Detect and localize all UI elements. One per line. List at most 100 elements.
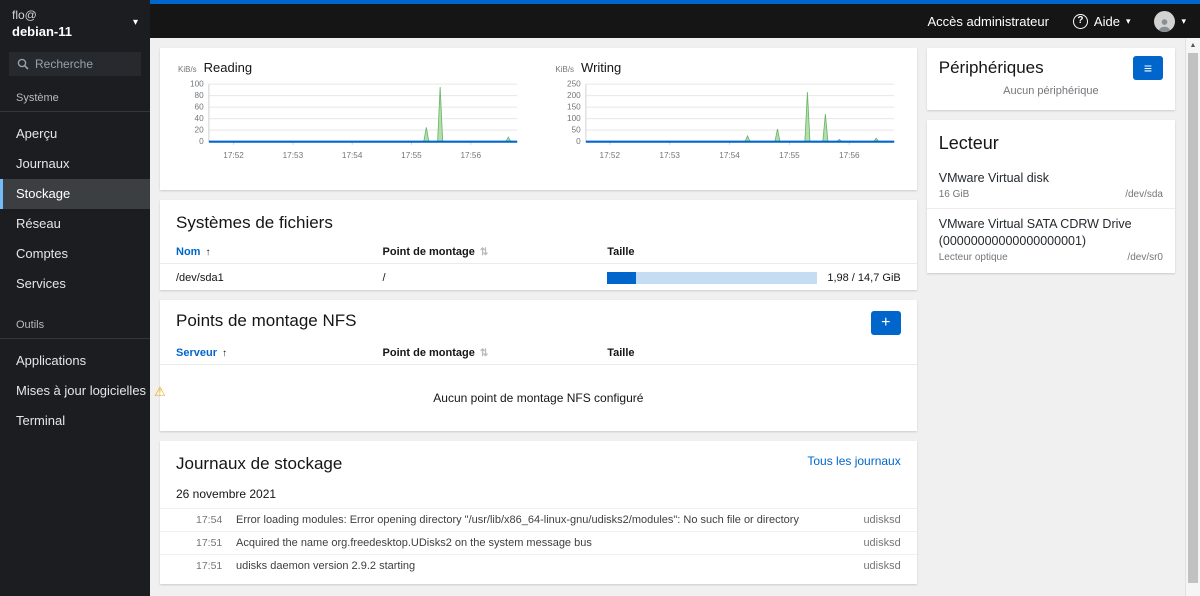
io-charts-card: KiB/s Reading 0 20 40 60 80 100 17:52 17:53 17:5… <box>160 48 917 190</box>
reading-chart: KiB/s Reading 0 20 40 60 80 100 17:52 17:53 17:5… <box>178 60 521 190</box>
host-name: debian-11 <box>12 24 72 39</box>
chevron-down-icon: ▾ <box>132 17 138 28</box>
fs-usage-fill <box>607 271 636 284</box>
svg-text:17:52: 17:52 <box>223 151 244 160</box>
sidebar-item-mises-a-jour[interactable]: Mises à jour logicielles ⚠ <box>0 376 166 406</box>
reading-chart-title: Reading <box>203 60 253 75</box>
nfs-title: Points de montage NFS <box>176 311 357 330</box>
log-message: Error loading modules: Error opening dir… <box>236 514 799 526</box>
log-entry[interactable]: 17:51 udisks daemon version 2.9.2 starti… <box>160 554 917 577</box>
sidebar-item-apercu[interactable]: Aperçu <box>0 119 150 149</box>
writing-chart: KiB/s Writing 0 50 100 150 200 250 17:52 17:53 1… <box>555 60 898 190</box>
admin-access-button[interactable]: Accès administrateur <box>928 14 1049 29</box>
devices-title: Périphériques <box>938 58 1044 77</box>
log-entry[interactable]: 17:54 Error loading modules: Error openi… <box>160 508 917 531</box>
fs-usage-bar <box>607 271 818 284</box>
log-service: udisksd <box>863 514 901 526</box>
svg-text:17:56: 17:56 <box>460 151 481 160</box>
svg-text:17:52: 17:52 <box>600 151 621 160</box>
sidebar-item-services[interactable]: Services <box>0 269 150 299</box>
drive-path: /dev/sda <box>1125 189 1163 201</box>
col-size: Taille <box>607 346 635 359</box>
sidebar-item-reseau[interactable]: Réseau <box>0 209 150 239</box>
log-message: Acquired the name org.freedesktop.UDisks… <box>236 537 592 549</box>
nfs-card: Points de montage NFS + Serveur ↑ Point d… <box>160 300 917 431</box>
search-icon <box>17 58 29 70</box>
nfs-empty-state: Aucun point de montage NFS configuré <box>433 391 644 405</box>
sidebar-item-comptes[interactable]: Comptes <box>0 239 150 269</box>
table-row-sda1[interactable]: /dev/sda1 / 1,98 / 14,7 GiB <box>160 264 917 291</box>
col-size: Taille <box>607 245 635 258</box>
filesystems-table-header: Nom ↑ Point de montage ⇅ Taille <box>160 240 917 264</box>
log-time: 17:54 <box>196 514 223 526</box>
svg-text:17:54: 17:54 <box>342 151 363 160</box>
page-scrollbar: ▲ <box>1185 38 1200 596</box>
host-switcher[interactable]: flo@ debian-11 ▾ <box>0 0 150 45</box>
svg-text:17:53: 17:53 <box>283 151 304 160</box>
filesystems-title: Systèmes de fichiers <box>176 213 333 232</box>
masthead: Accès administrateur ? Aide ▾ ▾ <box>150 0 1200 38</box>
devices-menu-button[interactable]: ≡ <box>1133 56 1163 80</box>
svg-text:150: 150 <box>567 103 581 112</box>
svg-text:100: 100 <box>190 80 204 89</box>
user-menu[interactable]: ▾ <box>1154 10 1186 32</box>
search-box[interactable] <box>9 52 141 76</box>
sidebar-item-terminal[interactable]: Terminal <box>0 406 150 436</box>
writing-chart-unit: KiB/s <box>555 65 575 74</box>
drive-name: VMware Virtual SATA CDRW Drive (00000000… <box>938 217 1132 248</box>
svg-text:40: 40 <box>195 114 205 123</box>
log-time: 17:51 <box>196 560 223 572</box>
svg-text:20: 20 <box>195 126 205 135</box>
scrollbar-thumb[interactable] <box>1188 53 1198 583</box>
svg-text:0: 0 <box>199 137 204 146</box>
drive-detail: 16 GiB <box>938 189 970 201</box>
host-user: flo@ <box>12 8 37 22</box>
svg-text:17:54: 17:54 <box>720 151 741 160</box>
chevron-down-icon: ▾ <box>1181 15 1186 26</box>
svg-text:100: 100 <box>567 114 581 123</box>
avatar <box>1154 10 1176 32</box>
all-logs-link[interactable]: Tous les journaux <box>807 454 900 468</box>
storage-page: KiB/s Reading 0 20 40 60 80 100 17:52 17:53 17:5… <box>150 38 1185 596</box>
nfs-table-header: Serveur ↑ Point de montage ⇅ Taille <box>160 341 917 365</box>
svg-text:17:56: 17:56 <box>839 151 860 160</box>
logs-title: Journaux de stockage <box>176 454 343 473</box>
scrollbar-up-button[interactable]: ▲ <box>1186 38 1200 52</box>
drive-detail: Lecteur optique <box>938 251 1008 263</box>
chevron-down-icon: ▾ <box>1125 15 1131 26</box>
log-time: 17:51 <box>196 537 223 549</box>
sort-asc-icon: ↑ <box>221 347 227 359</box>
svg-text:250: 250 <box>567 80 581 89</box>
help-menu[interactable]: ? Aide ▾ <box>1072 13 1131 29</box>
nav-section-tools: Outils <box>16 319 45 331</box>
logs-date: 26 novembre 2021 <box>176 487 277 501</box>
storage-logs-card: Journaux de stockage Tous les journaux 2… <box>160 441 917 584</box>
user-icon <box>1158 18 1172 32</box>
add-nfs-button[interactable]: + <box>870 311 901 335</box>
log-service: udisksd <box>863 537 901 549</box>
drive-item-sr0[interactable]: VMware Virtual SATA CDRW Drive (00000000… <box>926 208 1175 271</box>
col-mount-point[interactable]: Point de montage <box>383 246 475 258</box>
reading-chart-unit: KiB/s <box>178 65 197 74</box>
reading-chart-svg: 0 20 40 60 80 100 17:52 17:53 17:54 17:55 17:56 <box>190 80 518 160</box>
sidebar: flo@ debian-11 ▾ Système Aperçu Journaux… <box>0 0 166 596</box>
sidebar-item-stockage[interactable]: Stockage <box>0 179 150 209</box>
search-input[interactable] <box>35 57 133 71</box>
svg-text:17:53: 17:53 <box>660 151 681 160</box>
log-entry[interactable]: 17:51 Acquired the name org.freedesktop.… <box>160 531 917 554</box>
writing-chart-title: Writing <box>581 60 622 75</box>
sort-by-server[interactable]: Serveur <box>176 347 217 359</box>
drive-item-sda[interactable]: VMware Virtual disk 16 GiB /dev/sda <box>927 163 1175 208</box>
sort-by-name[interactable]: Nom <box>176 246 200 258</box>
col-mount-point[interactable]: Point de montage <box>383 347 475 359</box>
sort-icon: ⇅ <box>479 246 489 258</box>
sidebar-item-applications[interactable]: Applications <box>0 346 150 376</box>
drives-card: Lecteur VMware Virtual disk 16 GiB /dev/… <box>926 120 1175 273</box>
svg-text:200: 200 <box>567 91 581 100</box>
devices-card: Périphériques ≡ Aucun périphérique <box>926 48 1175 110</box>
nav-section-system: Système <box>16 92 59 104</box>
sidebar-item-journaux[interactable]: Journaux <box>0 149 150 179</box>
log-message: udisks daemon version 2.9.2 starting <box>236 560 416 572</box>
svg-text:80: 80 <box>195 91 205 100</box>
drive-name: VMware Virtual disk <box>938 171 1049 185</box>
